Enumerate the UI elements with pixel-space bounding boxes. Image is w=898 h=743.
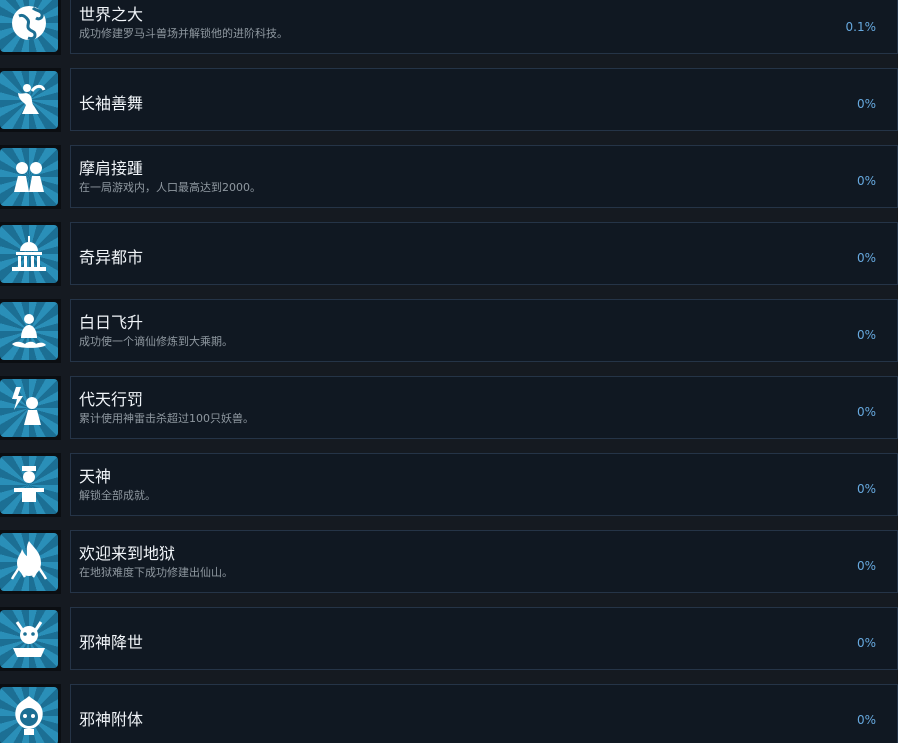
achievement-title: 邪神附体 (79, 710, 144, 729)
globe-icon (0, 0, 58, 52)
achievement-icon-frame (0, 0, 61, 55)
achievement-icon-frame (0, 376, 61, 440)
lightning-icon (0, 379, 58, 437)
achievement-panel: 邪神降世 0% (70, 607, 898, 670)
achievement-row: 天神 解锁全部成就。 0% (0, 453, 898, 517)
achievement-panel: 欢迎来到地狱 在地狱难度下成功修建出仙山。 0% (70, 530, 898, 593)
achievement-percent: 0% (856, 559, 876, 573)
achievement-percent: 0% (856, 174, 876, 188)
achievement-list: 世界之大 成功修建罗马斗兽场并解锁他的进阶科技。 0.1% 长袖善舞 0% 摩肩… (0, 0, 898, 743)
palace-icon (0, 225, 58, 283)
possessed-icon (0, 687, 58, 743)
achievement-percent: 0% (856, 636, 876, 650)
achievement-description: 成功修建罗马斗兽场并解锁他的进阶科技。 (79, 27, 288, 40)
dancer-icon (0, 71, 58, 129)
achievement-panel: 邪神附体 0% (70, 684, 898, 743)
achievement-title: 天神 (79, 467, 112, 486)
achievement-row: 白日飞升 成功使一个谪仙修炼到大乘期。 0% (0, 299, 898, 363)
achievement-icon-frame (0, 607, 61, 671)
flame-icon (0, 533, 58, 591)
achievement-description: 在地狱难度下成功修建出仙山。 (79, 566, 233, 579)
demon-icon (0, 610, 58, 668)
achievement-title: 白日飞升 (79, 313, 144, 332)
achievement-panel: 天神 解锁全部成就。 0% (70, 453, 898, 516)
achievement-row: 代天行罚 累计使用神雷击杀超过100只妖兽。 0% (0, 376, 898, 440)
achievement-row: 奇异都市 0% (0, 222, 898, 286)
achievement-icon-frame (0, 145, 61, 209)
achievement-percent: 0% (856, 482, 876, 496)
achievement-title: 代天行罚 (79, 390, 144, 409)
achievement-percent: 0.1% (845, 20, 877, 34)
ascending-immortal-icon (0, 302, 58, 360)
achievement-percent: 0% (856, 328, 876, 342)
achievement-panel: 白日飞升 成功使一个谪仙修炼到大乘期。 0% (70, 299, 898, 362)
achievement-description: 在一局游戏内，人口最高达到2000。 (79, 181, 261, 194)
achievement-description: 解锁全部成就。 (79, 489, 156, 502)
achievement-icon-frame (0, 684, 61, 743)
achievement-percent: 0% (856, 251, 876, 265)
crowd-icon (0, 148, 58, 206)
achievement-percent: 0% (856, 713, 876, 727)
achievement-description: 成功使一个谪仙修炼到大乘期。 (79, 335, 233, 348)
achievement-panel: 长袖善舞 0% (70, 68, 898, 131)
achievement-icon-frame (0, 530, 61, 594)
deity-icon (0, 456, 58, 514)
achievement-icon-frame (0, 222, 61, 286)
achievement-title: 摩肩接踵 (79, 159, 144, 178)
achievement-icon-frame (0, 68, 61, 132)
achievement-title: 邪神降世 (79, 633, 144, 652)
achievement-percent: 0% (856, 97, 876, 111)
achievement-description: 累计使用神雷击杀超过100只妖兽。 (79, 412, 254, 425)
achievement-row: 世界之大 成功修建罗马斗兽场并解锁他的进阶科技。 0.1% (0, 0, 898, 55)
achievement-panel: 摩肩接踵 在一局游戏内，人口最高达到2000。 0% (70, 145, 898, 208)
achievement-panel: 代天行罚 累计使用神雷击杀超过100只妖兽。 0% (70, 376, 898, 439)
achievement-panel: 奇异都市 0% (70, 222, 898, 285)
achievement-icon-frame (0, 299, 61, 363)
achievement-percent: 0% (856, 405, 876, 419)
achievement-title: 长袖善舞 (79, 94, 144, 113)
achievement-title: 奇异都市 (79, 248, 144, 267)
achievement-row: 摩肩接踵 在一局游戏内，人口最高达到2000。 0% (0, 145, 898, 209)
achievement-title: 欢迎来到地狱 (79, 544, 176, 563)
achievement-icon-frame (0, 453, 61, 517)
achievement-title: 世界之大 (79, 5, 144, 24)
achievement-row: 长袖善舞 0% (0, 68, 898, 132)
achievement-row: 欢迎来到地狱 在地狱难度下成功修建出仙山。 0% (0, 530, 898, 594)
achievement-row: 邪神降世 0% (0, 607, 898, 671)
achievement-panel: 世界之大 成功修建罗马斗兽场并解锁他的进阶科技。 0.1% (70, 0, 898, 54)
achievement-row: 邪神附体 0% (0, 684, 898, 743)
